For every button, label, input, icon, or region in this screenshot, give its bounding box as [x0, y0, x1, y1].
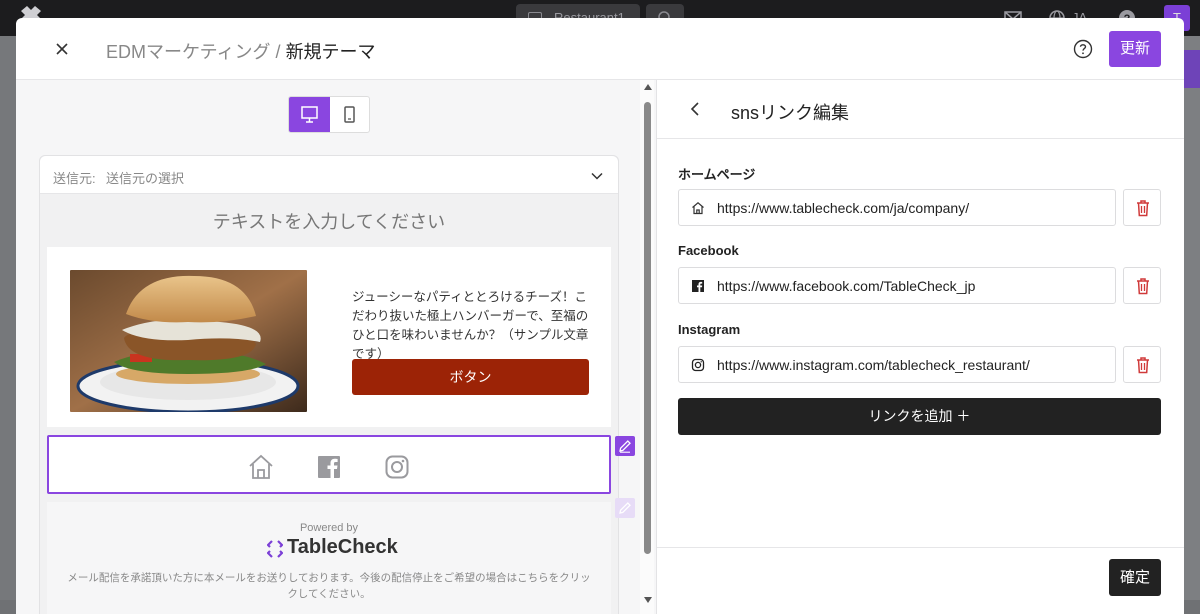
update-button[interactable]: 更新 [1109, 31, 1161, 67]
delete-homepage-button[interactable] [1123, 189, 1161, 226]
instagram-icon[interactable] [383, 453, 411, 481]
pencil-icon [619, 502, 631, 514]
instagram-icon [691, 358, 705, 372]
trash-icon [1137, 278, 1149, 295]
breadcrumb-parent[interactable]: EDMマーケティング / [106, 42, 286, 62]
tablecheck-logo-icon [267, 540, 283, 558]
desktop-icon [301, 106, 318, 123]
sender-value: 送信元の選択 [106, 171, 185, 186]
content-block[interactable]: ジューシーなパティととろけるチーズ！こだわり抜いた極上ハンバーガーで、至福のひと… [47, 247, 611, 427]
theme-editor-modal: EDMマーケティング / 新規テーマ 更新 送信元: 送信元の選択 テキストを入… [16, 18, 1184, 614]
scroll-up-arrow-icon[interactable] [644, 84, 652, 90]
page-title: 新規テーマ [285, 42, 376, 62]
mobile-view-button[interactable] [330, 97, 370, 132]
cta-button[interactable]: ボタン [352, 359, 589, 395]
close-icon[interactable] [50, 37, 74, 61]
add-link-button[interactable]: リンクを追加 ＋ [678, 398, 1161, 435]
scrollbar-thumb[interactable] [644, 102, 651, 554]
homepage-label: ホームページ [678, 167, 756, 182]
tablecheck-brand: TableCheck [287, 536, 398, 558]
edit-block-button[interactable] [615, 436, 635, 456]
scroll-down-arrow-icon[interactable] [644, 597, 652, 603]
breadcrumb: EDMマーケティング / 新規テーマ [106, 38, 376, 64]
help-icon[interactable] [1073, 39, 1093, 59]
confirm-button[interactable]: 確定 [1109, 559, 1161, 596]
chevron-down-icon [591, 172, 603, 180]
facebook-label: Facebook [678, 243, 739, 258]
email-preview-pane[interactable]: 送信元: 送信元の選択 テキストを入力してください ジューシーなパティととろける… [16, 80, 656, 614]
desktop-view-button[interactable] [289, 97, 330, 132]
email-footer-block: Powered by TableCheck メール配信を承諾頂いた方に本メールを… [47, 502, 611, 614]
chevron-left-icon[interactable] [687, 100, 705, 118]
instagram-url-value: https://www.instagram.com/tablecheck_res… [717, 357, 1030, 373]
background-sidebar [0, 36, 16, 614]
sns-links-block[interactable] [47, 435, 611, 494]
homepage-url-field[interactable]: https://www.tablecheck.com/ja/company/ [678, 189, 1116, 226]
panel-title: snsリンク編集 [731, 103, 850, 123]
panel-footer-divider [657, 547, 1184, 548]
instagram-url-field[interactable]: https://www.instagram.com/tablecheck_res… [678, 346, 1116, 383]
facebook-icon[interactable] [315, 453, 343, 481]
promo-text: ジューシーなパティととろけるチーズ！こだわり抜いた極上ハンバーガーで、至福のひと… [352, 290, 589, 361]
pencil-icon [619, 440, 631, 453]
headline-text-block[interactable]: テキストを入力してください [40, 208, 618, 234]
facebook-url-field[interactable]: https://www.facebook.com/TableCheck_jp [678, 267, 1116, 304]
sns-link-editor-panel: snsリンク編集 ホームページ https://www.tablecheck.c… [657, 80, 1184, 614]
modal-header: EDMマーケティング / 新規テーマ 更新 [16, 18, 1184, 80]
trash-icon [1137, 200, 1149, 217]
mobile-icon [344, 106, 355, 123]
home-icon [692, 202, 704, 215]
trash-icon [1137, 357, 1149, 374]
powered-by-label: Powered by [299, 522, 359, 534]
email-template-card: 送信元: 送信元の選択 テキストを入力してください ジューシーなパティととろける… [39, 155, 635, 614]
sender-select[interactable]: 送信元: 送信元の選択 [40, 156, 618, 194]
edit-footer-button[interactable] [615, 498, 635, 518]
unsubscribe-disclaimer: メール配信を承諾頂いた方に本メールをお送りしております。今後の配信停止をご希望の… [67, 572, 591, 600]
burger-image [70, 270, 307, 412]
device-toggle [288, 96, 370, 133]
facebook-url-value: https://www.facebook.com/TableCheck_jp [717, 278, 976, 294]
sender-label: 送信元: [53, 171, 96, 186]
instagram-label: Instagram [678, 322, 741, 337]
homepage-url-value: https://www.tablecheck.com/ja/company/ [717, 200, 970, 216]
delete-facebook-button[interactable] [1123, 267, 1161, 304]
facebook-icon [692, 280, 704, 292]
home-icon[interactable] [247, 453, 275, 481]
panel-header: snsリンク編集 [657, 80, 1184, 139]
delete-instagram-button[interactable] [1123, 346, 1161, 383]
